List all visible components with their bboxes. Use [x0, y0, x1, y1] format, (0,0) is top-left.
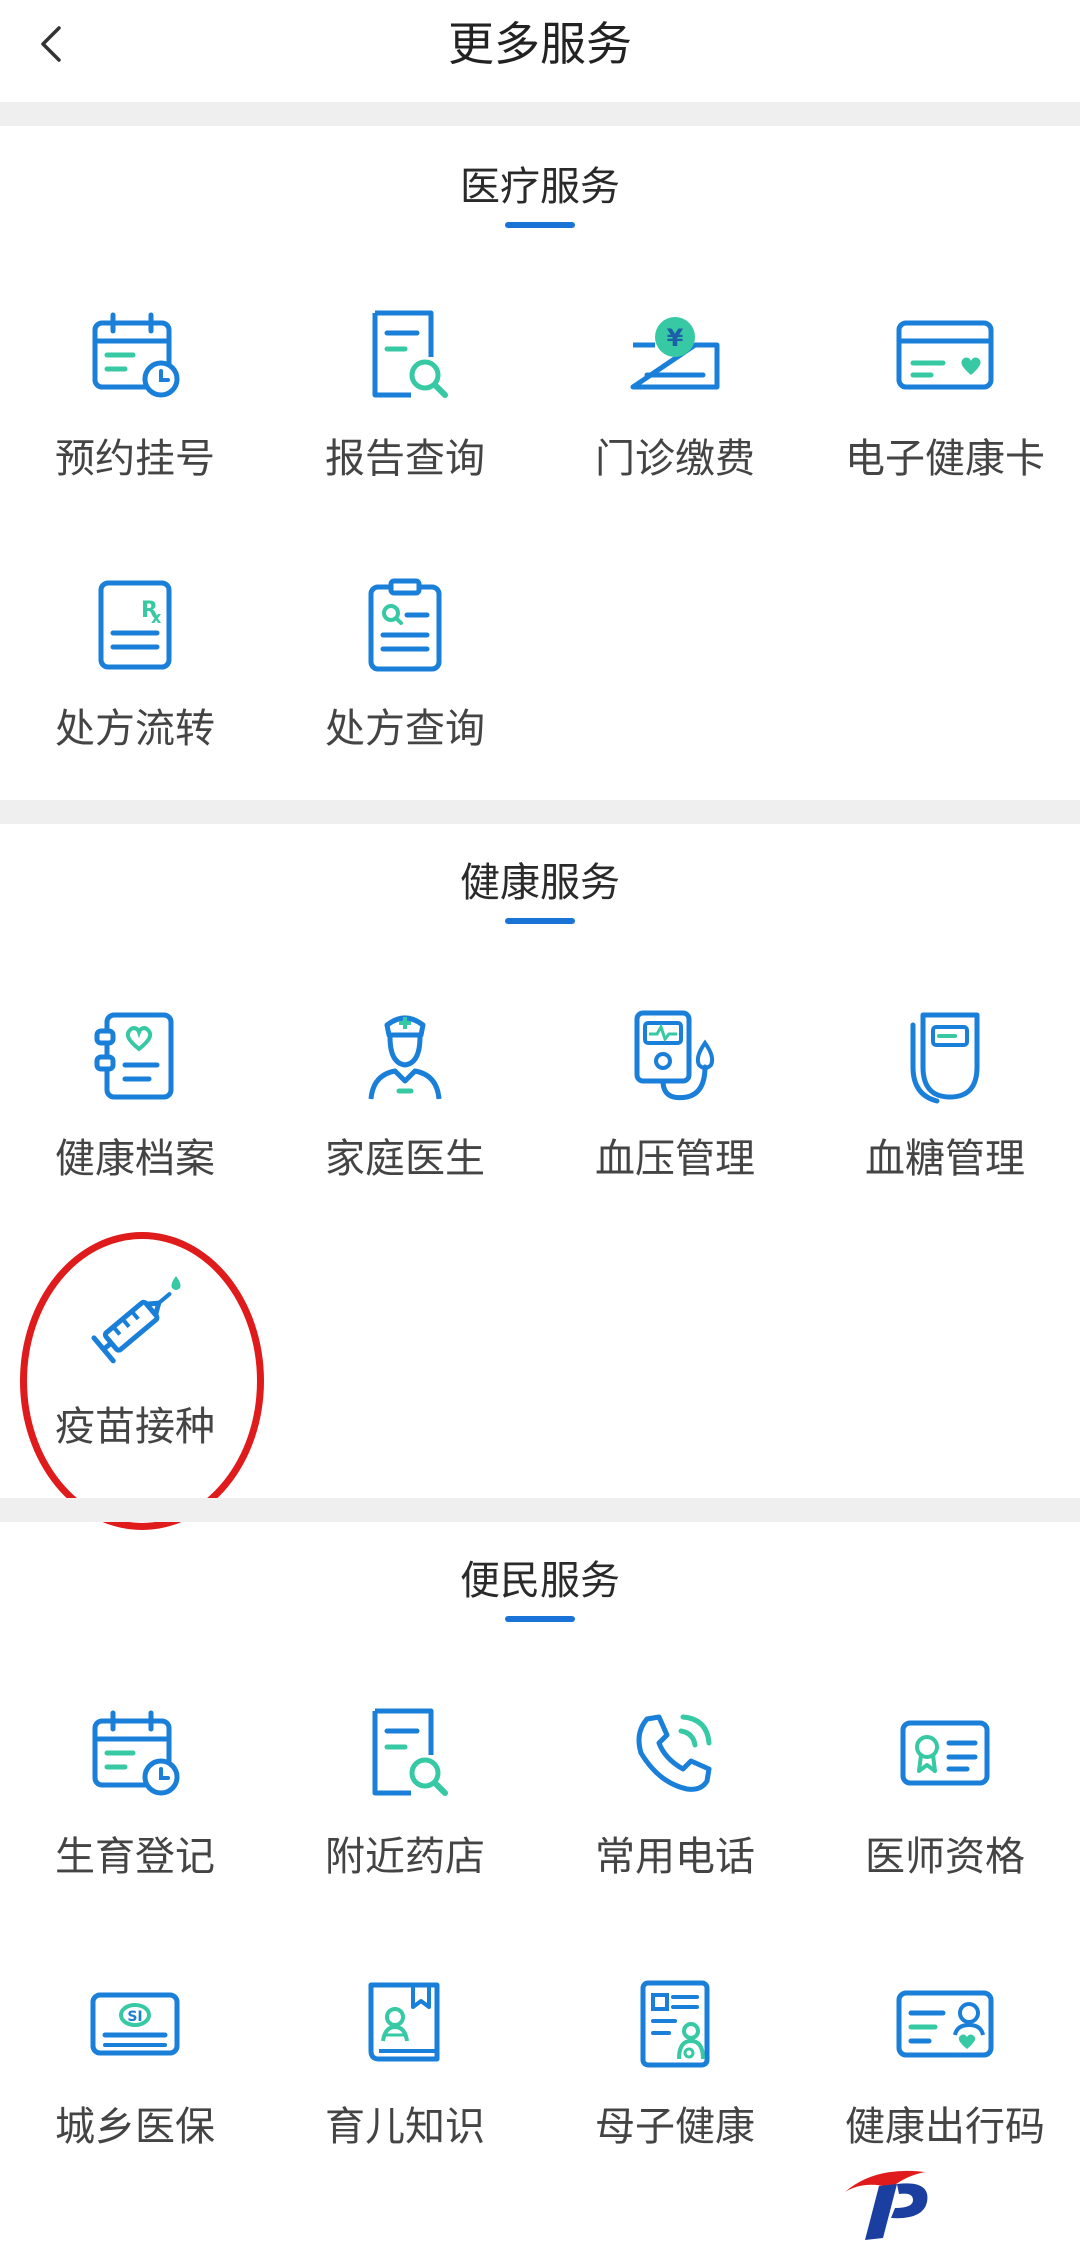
service-common-phone[interactable]: 常用电话 — [540, 1698, 810, 1938]
section-divider — [0, 800, 1080, 824]
service-label: 血糖管理 — [865, 1136, 1025, 1182]
document-search-icon — [350, 1698, 460, 1808]
service-label: 血压管理 — [595, 1136, 755, 1182]
service-label: 电子健康卡 — [845, 436, 1045, 482]
service-label: 常用电话 — [595, 1834, 755, 1880]
service-label: 母子健康 — [595, 2104, 755, 2150]
service-health-record[interactable]: 健康档案 — [0, 1000, 270, 1240]
insurance-card-icon: SI — [80, 1968, 190, 2078]
service-vaccination[interactable]: 疫苗接种 — [0, 1268, 270, 1508]
svg-text:SI: SI — [127, 2009, 142, 2025]
yuan-payment-icon: ¥ — [620, 300, 730, 410]
service-family-doctor[interactable]: 家庭医生 — [270, 1000, 540, 1240]
service-label: 预约挂号 — [55, 436, 215, 482]
glucose-meter-icon — [890, 1000, 1000, 1110]
service-report-query[interactable]: 报告查询 — [270, 300, 540, 540]
service-nearby-pharmacy[interactable]: 附近药店 — [270, 1698, 540, 1938]
baby-book-icon — [350, 1968, 460, 2078]
service-prescription-query[interactable]: 处方查询 — [270, 570, 540, 810]
calendar-clock-icon — [80, 1698, 190, 1808]
document-search-icon — [350, 300, 460, 410]
top-bar: 更多服务 — [0, 0, 1080, 100]
service-label: 生育登记 — [55, 1834, 215, 1880]
section-title-health: 健康服务 — [460, 860, 620, 906]
clipboard-search-icon — [350, 570, 460, 680]
service-outpatient-payment[interactable]: ¥ 门诊缴费 — [540, 300, 810, 540]
section-title-convenience: 便民服务 — [460, 1558, 620, 1604]
service-label: 家庭医生 — [325, 1136, 485, 1182]
certificate-icon — [890, 1698, 1000, 1808]
section-underline — [505, 918, 575, 924]
service-parenting-knowledge[interactable]: 育儿知识 — [270, 1968, 540, 2208]
calendar-clock-icon — [80, 300, 190, 410]
service-label: 疫苗接种 — [55, 1404, 215, 1450]
section-divider — [0, 1498, 1080, 1522]
section-title-medical: 医疗服务 — [460, 164, 620, 210]
service-label: 健康出行码 — [845, 2104, 1045, 2150]
service-health-card[interactable]: 电子健康卡 — [810, 300, 1080, 540]
service-label: 育儿知识 — [325, 2104, 485, 2150]
service-label: 医师资格 — [865, 1834, 1025, 1880]
logo-watermark — [835, 2162, 945, 2242]
mother-child-icon — [620, 1968, 730, 2078]
service-maternal-child-health[interactable]: 母子健康 — [540, 1968, 810, 2208]
svg-text:¥: ¥ — [667, 324, 684, 352]
health-card-icon — [890, 300, 1000, 410]
service-label: 处方查询 — [325, 706, 485, 752]
section-divider — [0, 102, 1080, 126]
service-birth-registration[interactable]: 生育登记 — [0, 1698, 270, 1938]
id-card-icon — [890, 1968, 1000, 2078]
health-record-icon — [80, 1000, 190, 1110]
service-label: 报告查询 — [325, 436, 485, 482]
service-medical-insurance[interactable]: SI 城乡医保 — [0, 1968, 270, 2208]
section-underline — [505, 1616, 575, 1622]
section-underline — [505, 222, 575, 228]
service-blood-glucose[interactable]: 血糖管理 — [810, 1000, 1080, 1240]
phone-icon — [620, 1698, 730, 1808]
page-title: 更多服务 — [448, 17, 632, 71]
blood-pressure-icon — [620, 1000, 730, 1110]
service-label: 附近药店 — [325, 1834, 485, 1880]
service-prescription-transfer[interactable]: R x 处方流转 — [0, 570, 270, 810]
svg-text:x: x — [151, 608, 162, 627]
service-label: 城乡医保 — [55, 2104, 215, 2150]
service-blood-pressure[interactable]: 血压管理 — [540, 1000, 810, 1240]
service-label: 处方流转 — [55, 706, 215, 752]
service-label: 门诊缴费 — [595, 436, 755, 482]
prescription-rx-icon: R x — [80, 570, 190, 680]
doctor-icon — [350, 1000, 460, 1110]
service-appointment[interactable]: 预约挂号 — [0, 300, 270, 540]
service-physician-qualification[interactable]: 医师资格 — [810, 1698, 1080, 1938]
service-label: 健康档案 — [55, 1136, 215, 1182]
syringe-icon — [80, 1268, 190, 1378]
